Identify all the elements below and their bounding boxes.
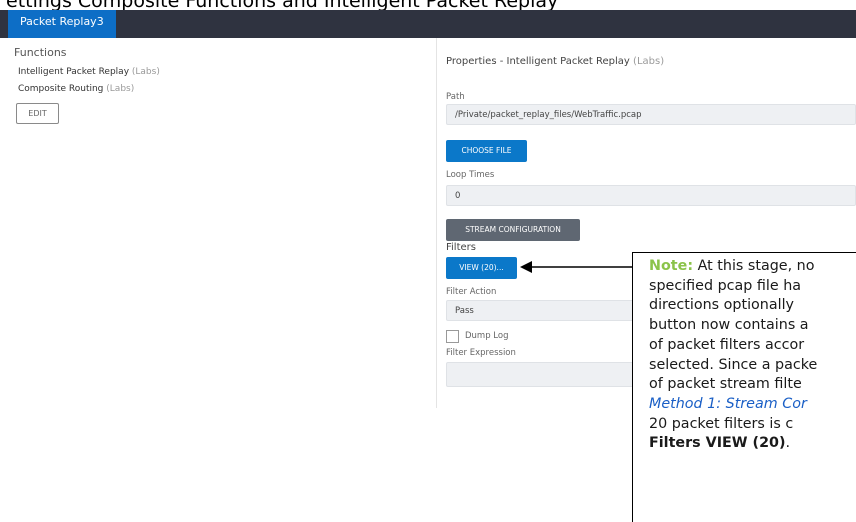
note-bold-text: Filters VIEW (20) <box>649 435 786 452</box>
function-item-label: Intelligent Packet Replay <box>18 67 130 77</box>
note-line: 20 packet filters is c <box>649 415 794 432</box>
path-field[interactable]: /Private/packet_replay_files/WebTraffic.… <box>446 104 856 125</box>
dump-log-checkbox[interactable] <box>446 330 459 343</box>
note-line: of packet filters accor <box>649 336 805 353</box>
filter-expression-label: Filter Expression <box>446 348 516 358</box>
stream-configuration-button[interactable]: STREAM CONFIGURATION <box>446 219 580 241</box>
filter-action-label: Filter Action <box>446 287 497 297</box>
note-text: . <box>785 435 791 452</box>
note-keyword: Note: <box>649 258 694 274</box>
note-text: At this stage, no <box>697 258 815 274</box>
filters-view-button[interactable]: VIEW (20)... <box>446 257 517 279</box>
dump-log-label: Dump Log <box>465 331 509 341</box>
filters-label: Filters <box>446 242 476 253</box>
note-line: Note: At this stage, no <box>649 257 856 277</box>
function-item-intelligent-packet-replay[interactable]: Intelligent Packet Replay (Labs) <box>18 67 160 77</box>
loop-times-field[interactable]: 0 <box>446 185 856 206</box>
choose-file-button[interactable]: CHOOSE FILE <box>446 140 527 162</box>
note-line: button now contains a <box>649 317 809 334</box>
loop-times-label: Loop Times <box>446 170 495 180</box>
top-bar: Packet Replay3 <box>0 10 856 38</box>
note-line: specified pcap file ha <box>649 277 802 294</box>
properties-title-text: Properties - Intelligent Packet Replay <box>446 56 630 67</box>
labs-tag: (Labs) <box>106 84 135 94</box>
functions-title: Functions <box>14 46 67 59</box>
tab-packet-replay3[interactable]: Packet Replay3 <box>8 10 116 38</box>
path-label: Path <box>446 92 465 102</box>
functions-panel: Functions Intelligent Packet Replay (Lab… <box>0 38 437 408</box>
note-line: selected. Since a packe <box>649 356 818 373</box>
properties-title: Properties - Intelligent Packet Replay (… <box>446 56 664 67</box>
note-callout: Note: At this stage, no specified pcap f… <box>632 252 856 522</box>
note-line: directions optionally <box>649 297 795 314</box>
edit-button[interactable]: EDIT <box>16 103 59 124</box>
function-item-label: Composite Routing <box>18 84 104 94</box>
note-link[interactable]: Method 1: Stream Cor <box>649 395 856 415</box>
note-line: Filters VIEW (20). <box>649 434 856 454</box>
function-item-composite-routing[interactable]: Composite Routing (Labs) <box>18 84 134 94</box>
note-line: of packet stream filte <box>649 376 802 393</box>
labs-tag: (Labs) <box>633 56 665 67</box>
labs-tag: (Labs) <box>131 67 160 77</box>
callout-arrow-icon <box>520 261 633 273</box>
